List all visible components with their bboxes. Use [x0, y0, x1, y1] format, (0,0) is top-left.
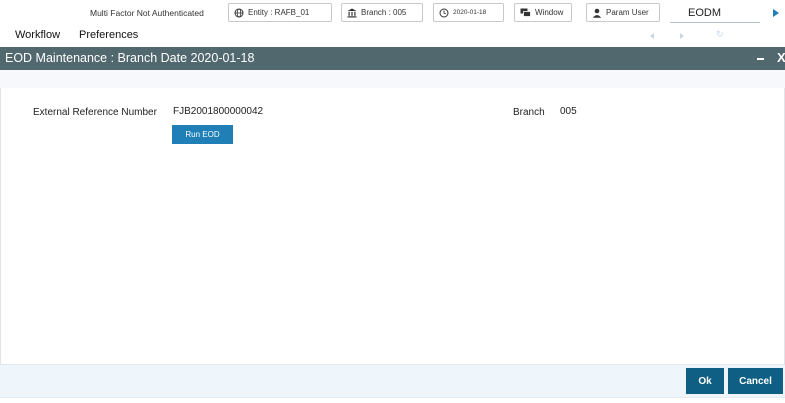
branch-selector[interactable]: Branch : 005: [341, 3, 423, 22]
branch-chip-label: Branch : 005: [361, 8, 407, 17]
date-chip[interactable]: 2020-01-18: [433, 3, 504, 22]
branch-value: 005: [560, 106, 577, 117]
window-label: Window: [535, 8, 564, 17]
mfa-status: Multi Factor Not Authenticated: [90, 8, 204, 18]
user-menu[interactable]: Param User: [586, 3, 660, 22]
window-header-band: [0, 70, 785, 88]
globe-icon: [234, 8, 244, 18]
nav-right-icon[interactable]: [680, 33, 684, 39]
bottom-strip: [0, 397, 785, 403]
window-title: EOD Maintenance : Branch Date 2020-01-18: [5, 51, 255, 65]
menu-preferences[interactable]: Preferences: [79, 29, 138, 41]
entity-selector[interactable]: Entity : RAFB_01: [228, 3, 332, 22]
nav-left-icon[interactable]: [650, 33, 654, 39]
user-icon: [592, 8, 602, 18]
window-menu[interactable]: Window: [514, 3, 572, 22]
window-titlebar: EOD Maintenance : Branch Date 2020-01-18…: [0, 47, 785, 70]
branch-label: Branch: [513, 107, 545, 118]
window-footer: [0, 364, 785, 397]
date-label: 2020-01-18: [453, 9, 487, 16]
clock-icon: [439, 8, 449, 18]
cancel-button[interactable]: Cancel: [728, 368, 783, 394]
refresh-icon[interactable]: ↻: [716, 29, 724, 40]
menu-bar: Workflow Preferences ↻: [0, 26, 785, 46]
run-eod-button[interactable]: Run EOD: [172, 125, 233, 144]
entity-label: Entity : RAFB_01: [248, 8, 310, 17]
external-reference-label: External Reference Number: [33, 107, 157, 118]
top-bar: Multi Factor Not Authenticated Entity : …: [0, 0, 785, 26]
ok-button[interactable]: Ok: [686, 368, 724, 394]
window-body: [0, 88, 785, 364]
app-root: Multi Factor Not Authenticated Entity : …: [0, 0, 785, 403]
bank-icon: [347, 8, 357, 18]
external-reference-value: FJB2001800000042: [173, 106, 264, 117]
menu-workflow[interactable]: Workflow: [15, 29, 60, 41]
minimize-icon[interactable]: [757, 58, 764, 60]
close-icon[interactable]: X: [777, 50, 785, 65]
play-arrow-icon[interactable]: [773, 9, 779, 17]
app-name-field[interactable]: EODM: [670, 2, 760, 23]
window-icon: [520, 8, 531, 17]
user-label: Param User: [606, 8, 649, 17]
